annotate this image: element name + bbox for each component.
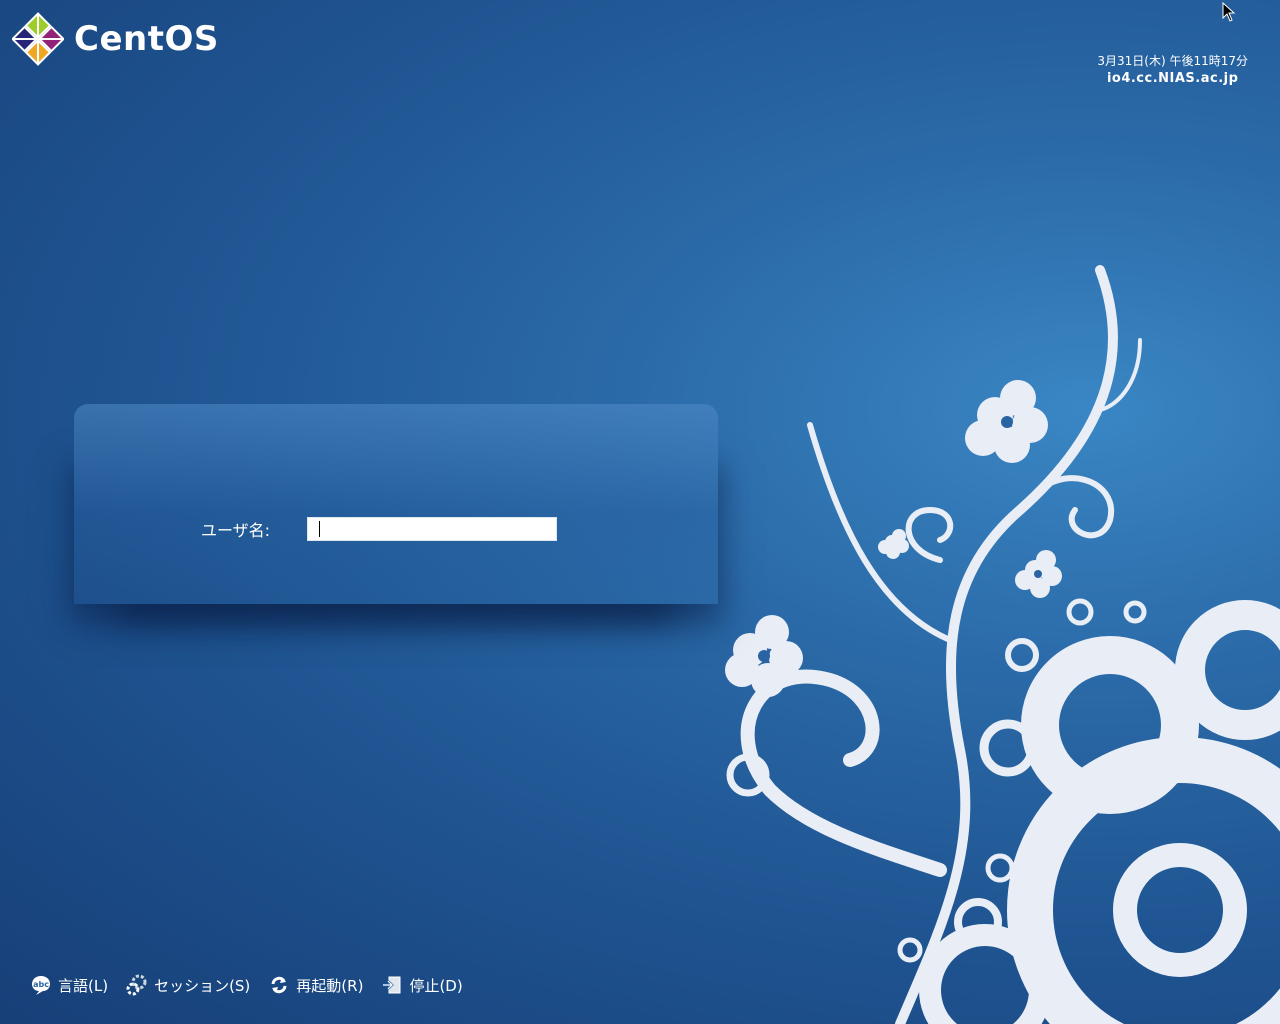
session-button[interactable]: セッション(S) <box>126 974 250 996</box>
floral-decoration <box>725 265 1280 1024</box>
brand-name: CentOS <box>74 19 219 59</box>
centos-logo-icon <box>12 12 64 66</box>
mouse-pointer-icon <box>1222 2 1236 22</box>
clock-datetime: 3月31日(木) 午後11時17分 <box>1097 54 1248 68</box>
language-icon: abc <box>32 976 50 995</box>
session-gear-icon <box>126 974 147 996</box>
language-button[interactable]: abc 言語(L) <box>30 974 108 996</box>
username-field-wrapper <box>307 517 557 541</box>
hostname: io4.cc.NIAS.ac.jp <box>1106 71 1239 86</box>
restart-label: 再起動(R) <box>296 976 364 995</box>
shutdown-label: 停止(D) <box>409 976 463 995</box>
centos-logo: CentOS <box>12 12 219 66</box>
shutdown-icon <box>383 976 401 994</box>
username-row: ユーザ名: <box>201 517 557 541</box>
clock-area: 3月31日(木) 午後11時17分 io4.cc.NIAS.ac.jp <box>1097 52 1248 88</box>
restart-icon <box>271 976 287 994</box>
username-input[interactable] <box>307 517 557 541</box>
text-caret <box>319 521 320 537</box>
restart-button[interactable]: 再起動(R) <box>268 974 363 996</box>
login-panel: ユーザ名: <box>74 404 718 604</box>
shutdown-button[interactable]: 停止(D) <box>381 974 463 996</box>
session-label: セッション(S) <box>154 976 251 995</box>
username-label: ユーザ名: <box>201 521 271 540</box>
bottom-action-bar: abc 言語(L) セッション(S) 再起動(R) 停止(D) <box>30 974 463 996</box>
language-label: 言語(L) <box>58 976 109 995</box>
svg-text:abc: abc <box>33 980 49 989</box>
